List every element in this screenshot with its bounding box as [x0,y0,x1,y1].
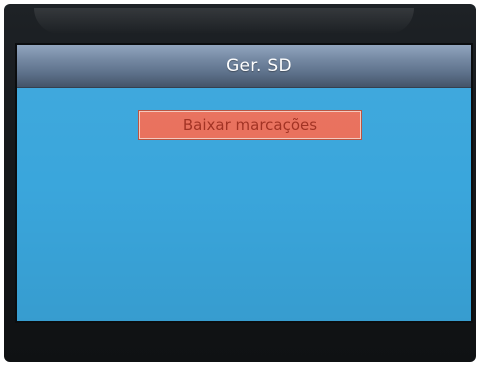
menu-item-label: Baixar marcações [182,116,318,134]
device-photo: Ger. SD Baixar marcações [0,0,480,366]
menu-item-baixar-marcacoes[interactable]: Baixar marcações [139,111,361,139]
title-bar: Ger. SD [17,45,471,88]
screen-title: Ger. SD [226,56,292,76]
lcd-screen: Ger. SD Baixar marcações [17,45,471,321]
bezel-glare [34,8,414,34]
